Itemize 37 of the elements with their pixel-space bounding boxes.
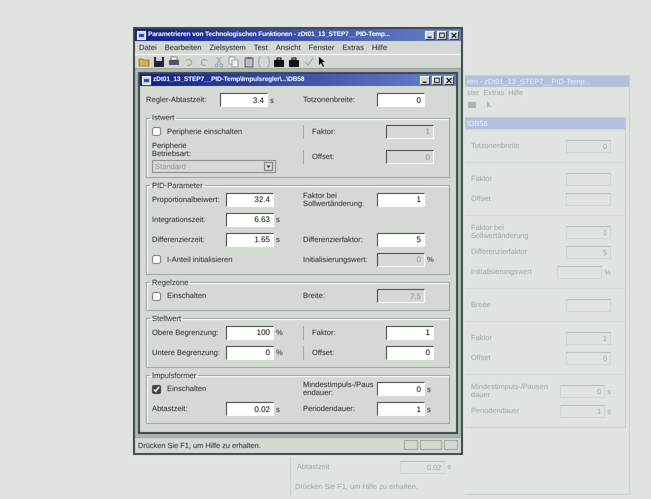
checkmark-icon[interactable]: [303, 56, 315, 68]
status-pane: [404, 440, 418, 450]
number-field[interactable]: 5: [377, 232, 425, 247]
number-field[interactable]: [566, 298, 611, 312]
maximize-button[interactable]: [432, 76, 442, 85]
number-field[interactable]: 0: [377, 382, 425, 396]
close-button[interactable]: [449, 30, 459, 40]
checkbox[interactable]: [152, 127, 161, 136]
checkbox[interactable]: [152, 255, 161, 264]
save-icon[interactable]: [153, 56, 165, 68]
number-field[interactable]: [566, 192, 611, 206]
number-field[interactable]: [557, 266, 602, 279]
maximize-button[interactable]: [437, 30, 447, 40]
status-pane: [444, 440, 458, 450]
minimize-button[interactable]: [420, 76, 430, 85]
number-field[interactable]: 1: [386, 326, 434, 340]
number-field[interactable]: 0.02: [226, 402, 274, 416]
number-field[interactable]: 1: [377, 402, 425, 416]
close-button[interactable]: [444, 76, 454, 85]
number-field[interactable]: 0: [377, 93, 425, 108]
number-field[interactable]: 1: [377, 192, 425, 207]
checkbox[interactable]: [152, 384, 161, 394]
checkbox[interactable]: [152, 292, 161, 301]
paste-icon[interactable]: [243, 56, 255, 68]
app-icon: [137, 30, 146, 40]
minimize-button[interactable]: [425, 30, 435, 40]
status-pane: [420, 440, 442, 450]
print-icon[interactable]: [168, 56, 180, 68]
number-field[interactable]: 0: [386, 346, 434, 360]
number-field[interactable]: 100: [226, 326, 274, 340]
number-field[interactable]: 3.4: [220, 93, 268, 108]
number-field[interactable]: 1.65: [226, 232, 274, 247]
number-field[interactable]: 0: [226, 346, 274, 360]
app-icon: [142, 76, 151, 85]
number-field[interactable]: [566, 172, 611, 186]
number-field[interactable]: 6.63: [226, 212, 274, 227]
number-field[interactable]: 32.4: [226, 192, 274, 207]
